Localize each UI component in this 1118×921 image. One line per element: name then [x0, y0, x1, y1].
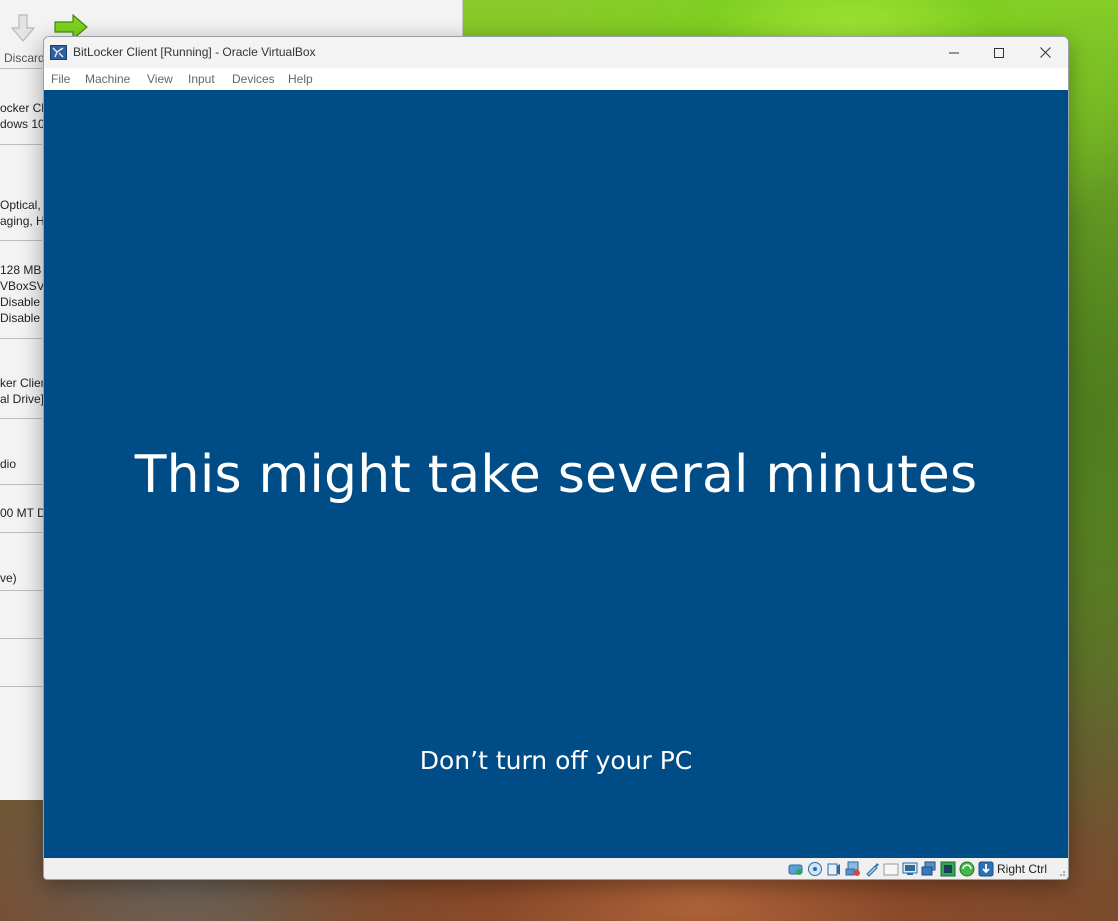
minimize-button[interactable]	[931, 37, 977, 68]
detail-line: ker Clien	[0, 376, 48, 390]
virtualbox-icon	[50, 45, 67, 60]
update-subline: Don’t turn off your PC	[419, 746, 693, 775]
detail-line: VBoxSV	[0, 279, 45, 293]
minimize-icon	[949, 52, 959, 53]
detail-line: Disable	[0, 311, 41, 325]
detail-line: al Drive]	[0, 392, 45, 406]
detail-line: dio	[0, 457, 17, 471]
maximize-icon	[994, 47, 1004, 58]
detail-line: dows 10	[0, 117, 45, 131]
audio-icon[interactable]	[826, 861, 842, 877]
menu-file[interactable]: File	[51, 72, 70, 86]
optical-drive-icon[interactable]	[807, 861, 823, 877]
detail-line: 00 MT D	[0, 506, 46, 520]
close-icon	[1039, 47, 1051, 58]
shared-folders-icon[interactable]	[883, 861, 899, 877]
display-icon[interactable]	[902, 861, 918, 877]
title-bar[interactable]: BitLocker Client [Running] - Oracle Virt…	[44, 37, 1068, 68]
menu-input[interactable]: Input	[188, 72, 215, 86]
host-key-indicator[interactable]: Right Ctrl	[997, 862, 1047, 876]
menu-view[interactable]: View	[147, 72, 173, 86]
video-capture-icon[interactable]	[921, 861, 937, 877]
status-icons	[788, 861, 994, 877]
detail-line: ve)	[0, 571, 17, 585]
menu-help[interactable]: Help	[288, 72, 313, 86]
window-title: BitLocker Client [Running] - Oracle Virt…	[73, 45, 316, 59]
update-headline: This might take several minutes	[134, 445, 978, 505]
virtualization-icon[interactable]	[978, 861, 994, 877]
vm-window[interactable]: BitLocker Client [Running] - Oracle Virt…	[43, 36, 1069, 880]
detail-line: aging, H	[0, 214, 45, 228]
guest-display[interactable]: This might take several minutes Don’t tu…	[44, 90, 1068, 858]
vm-details-panel: ocker Clie dows 10 Optical, H aging, H 1…	[0, 0, 53, 800]
detail-line: Disable	[0, 295, 41, 309]
menu-machine[interactable]: Machine	[85, 72, 130, 86]
resize-grip-icon[interactable]	[1058, 869, 1066, 877]
status-bar: Right Ctrl	[44, 858, 1068, 879]
hard-disk-icon[interactable]	[788, 861, 804, 877]
maximize-button[interactable]	[976, 37, 1022, 68]
close-button[interactable]	[1022, 37, 1068, 68]
cpu-icon[interactable]	[959, 861, 975, 877]
menu-bar: File Machine View Input Devices Help	[44, 68, 1068, 90]
recording-icon[interactable]	[940, 861, 956, 877]
menu-devices[interactable]: Devices	[232, 72, 275, 86]
usb-icon[interactable]	[864, 861, 880, 877]
network-icon[interactable]	[845, 861, 861, 877]
detail-line: 128 MB	[0, 263, 42, 277]
